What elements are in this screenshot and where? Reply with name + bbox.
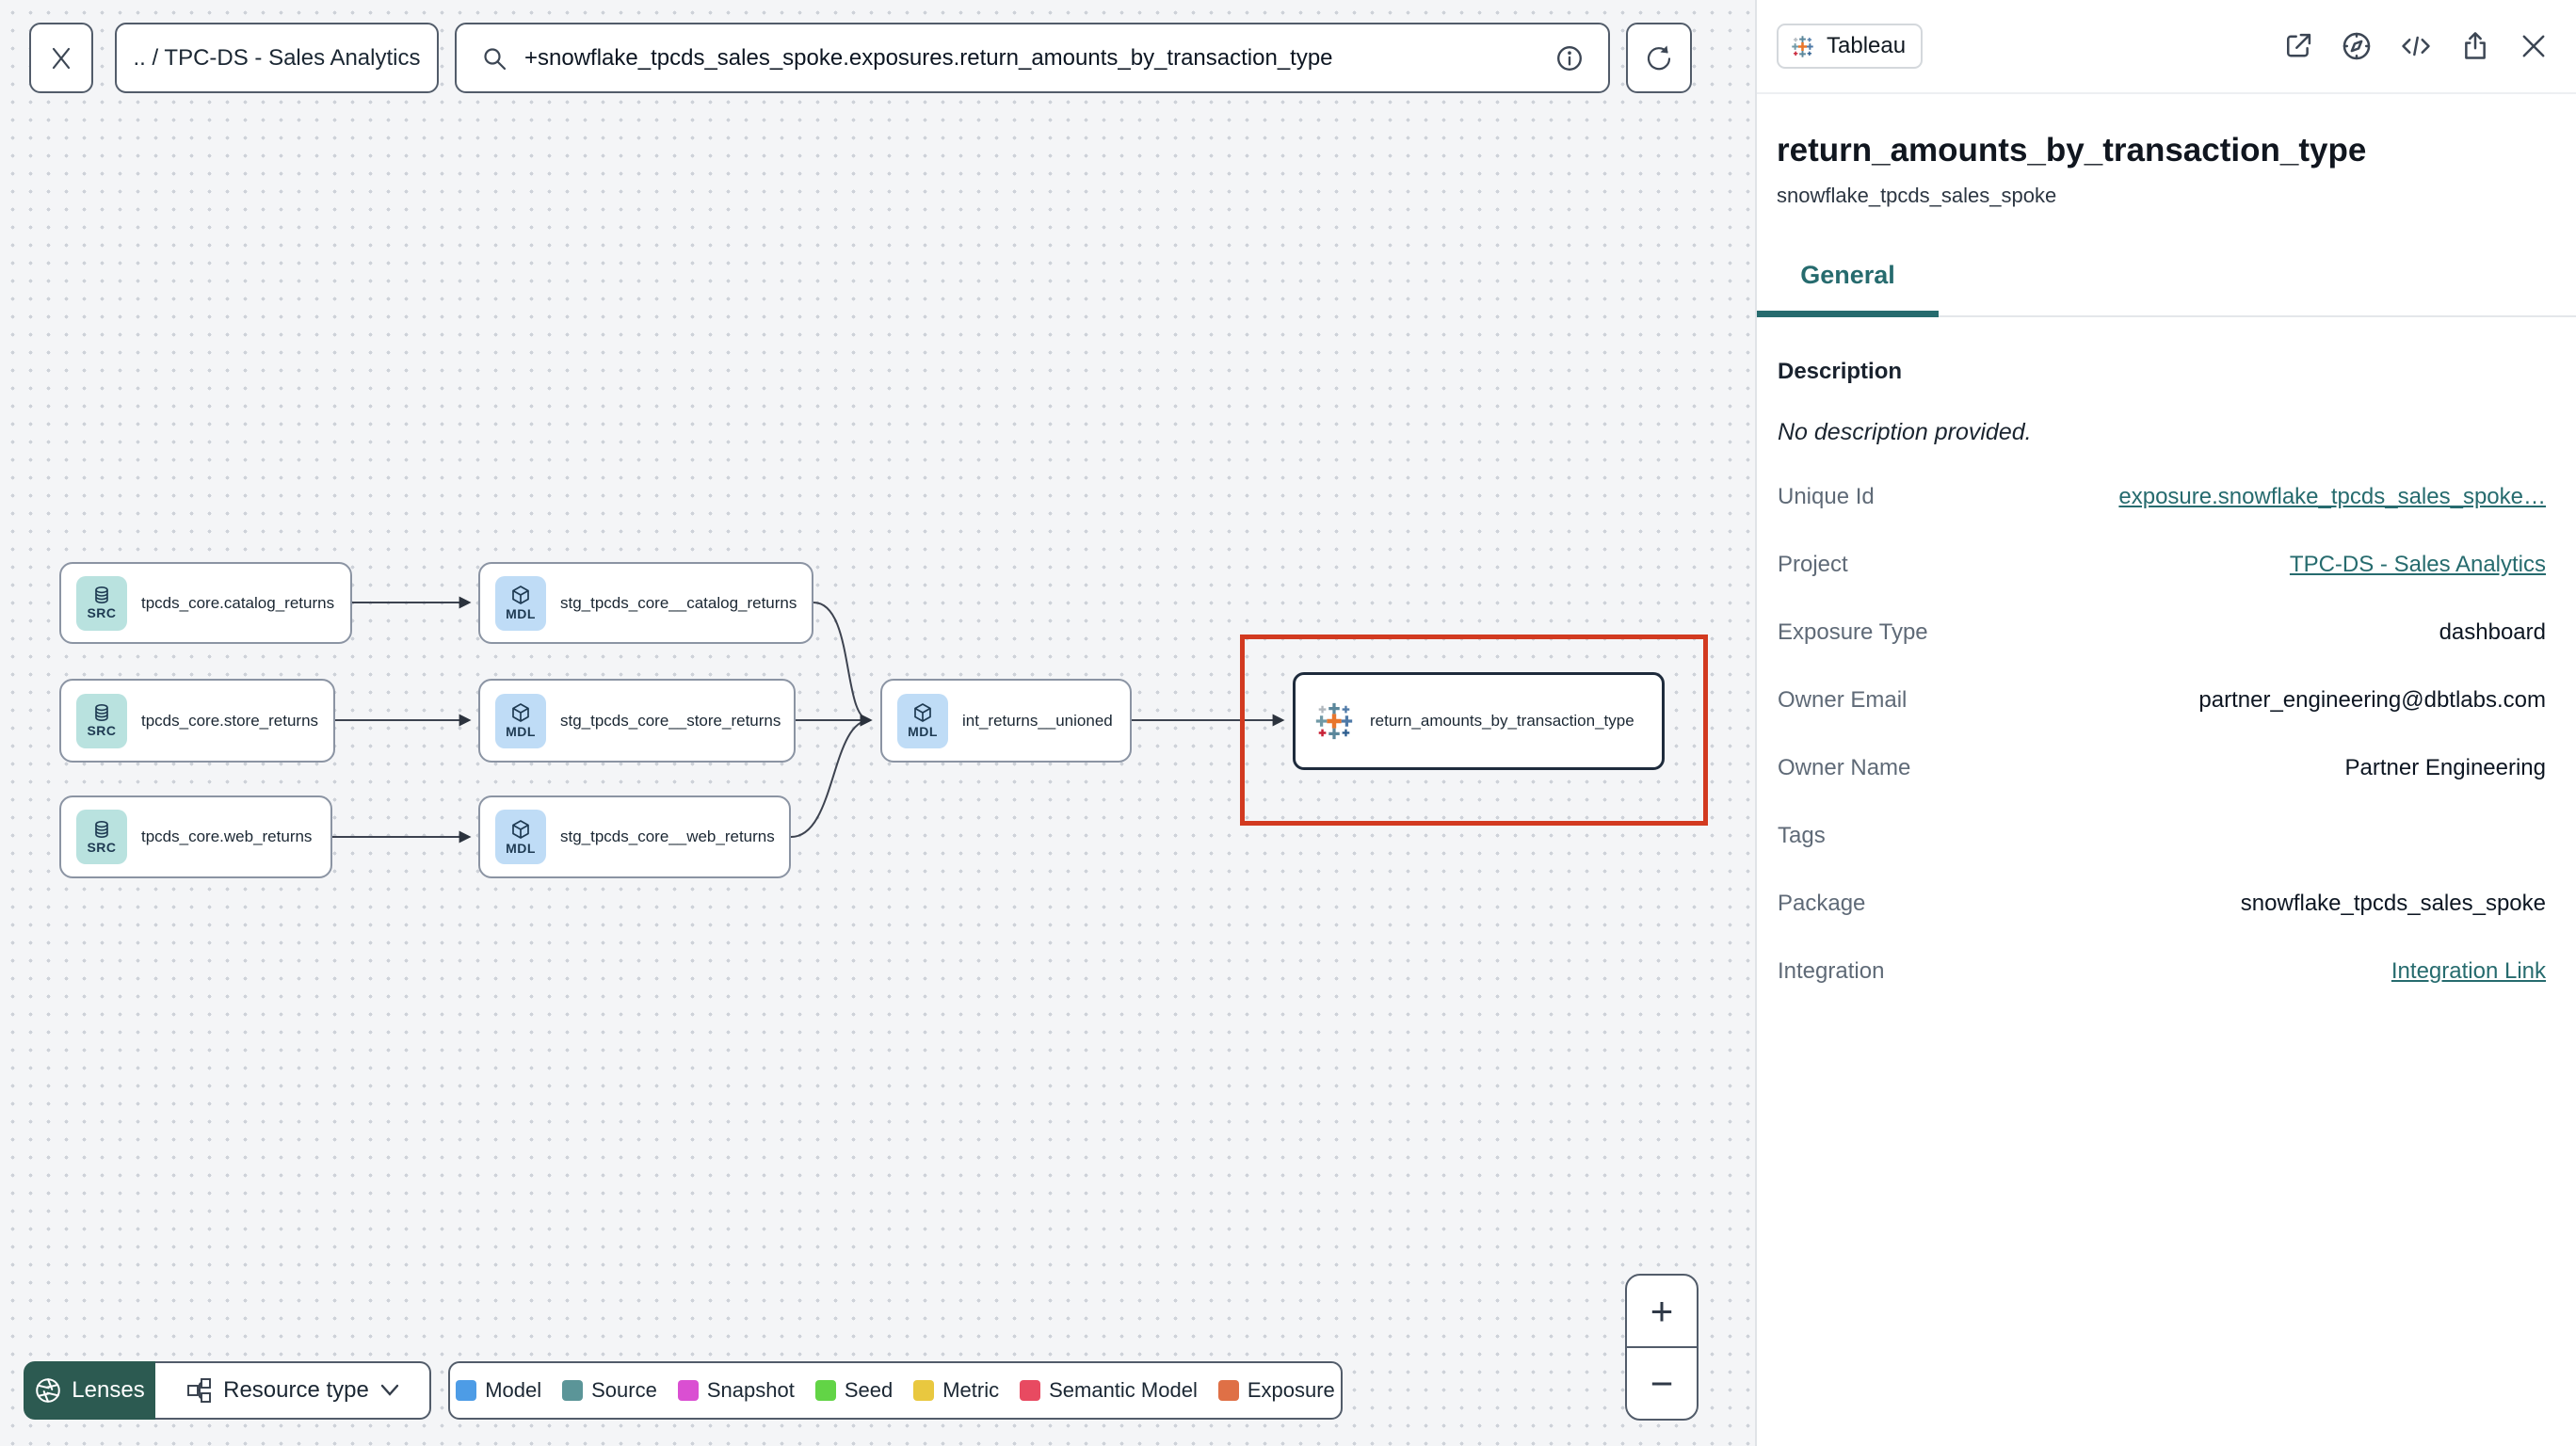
database-icon: [95, 703, 108, 722]
lenses-control: Lenses Resource type: [24, 1361, 431, 1420]
lineage-canvas[interactable]: .. / TPC-DS - Sales Analytics +snowflake…: [0, 0, 1755, 1446]
cube-icon: [512, 819, 529, 839]
node-exposure-return-amounts[interactable]: return_amounts_by_transaction_type: [1293, 672, 1665, 770]
unique-id-link[interactable]: exposure.snowflake_tpcds_sales_spoke…: [2118, 484, 2546, 510]
search-icon: [484, 47, 507, 70]
field-row-tags: Tags: [1778, 823, 1826, 848]
legend-item-model: Model: [456, 1378, 541, 1403]
source-badge: SRC: [76, 810, 127, 864]
semantic-model-swatch: [1020, 1380, 1041, 1401]
resource-type-dropdown[interactable]: Resource type: [155, 1361, 431, 1420]
model-swatch: [456, 1380, 477, 1401]
share-icon[interactable]: [2459, 30, 2491, 62]
tableau-icon: [1790, 34, 1815, 58]
source-badge: SRC: [76, 693, 127, 748]
close-panel-icon[interactable]: [2518, 30, 2550, 62]
exposure-swatch: [1217, 1380, 1239, 1401]
info-icon[interactable]: [1555, 44, 1584, 72]
node-source-web-returns[interactable]: SRC tpcds_core.web_returns: [59, 795, 332, 878]
details-panel: Tableau return_amounts_by_transaction_ty…: [1755, 0, 2576, 1446]
legend-item-metric: Metric: [913, 1378, 999, 1403]
node-model-stg-web-returns[interactable]: MDL stg_tpcds_core__web_returns: [478, 795, 791, 878]
model-badge: MDL: [897, 693, 948, 748]
field-row-integration: Integration Integration Link: [1778, 958, 2546, 985]
package-subtitle: snowflake_tpcds_sales_spoke: [1777, 184, 2057, 207]
field-row-unique-id: Unique Id exposure.snowflake_tpcds_sales…: [1778, 484, 2546, 510]
aperture-icon: [36, 1378, 61, 1403]
cube-icon: [914, 703, 931, 722]
legend-item-source: Source: [562, 1378, 657, 1403]
tab-general[interactable]: General: [1757, 261, 1939, 317]
lenses-label: Lenses: [72, 1377, 145, 1403]
cube-icon: [512, 703, 529, 722]
refresh-icon: [1647, 45, 1671, 70]
node-source-catalog-returns[interactable]: SRC tpcds_core.catalog_returns: [59, 562, 352, 644]
search-input[interactable]: [524, 44, 1538, 72]
external-link-icon[interactable]: [2282, 30, 2314, 62]
database-icon: [95, 586, 108, 604]
code-icon[interactable]: [2399, 30, 2433, 62]
dbt-explorer-lineage-view: .. / TPC-DS - Sales Analytics +snowflake…: [0, 0, 2576, 1446]
resource-legend: Model Source Snapshot Seed Metric Semant…: [448, 1361, 1343, 1420]
org-chart-icon: [187, 1378, 212, 1403]
panel-body: Description No description provided. Uni…: [1757, 359, 2576, 1005]
compass-icon[interactable]: [2341, 30, 2373, 62]
tableau-badge-label: Tableau: [1827, 33, 1907, 58]
close-icon: [52, 47, 71, 69]
tableau-icon: [1312, 699, 1356, 743]
node-model-stg-store-returns[interactable]: MDL stg_tpcds_core__store_returns: [478, 679, 796, 763]
breadcrumb[interactable]: .. / TPC-DS - Sales Analytics: [115, 23, 439, 93]
exposure-type-value: dashboard: [2439, 619, 2546, 645]
field-row-owner-name: Owner Name Partner Engineering: [1778, 755, 2546, 780]
detail-fields: Unique Id exposure.snowflake_tpcds_sales…: [1778, 463, 2546, 1005]
source-badge: SRC: [76, 575, 127, 631]
close-lineage-button[interactable]: [29, 23, 93, 93]
zoom-in-button[interactable]: +: [1627, 1276, 1697, 1348]
tableau-source-badge[interactable]: Tableau: [1777, 24, 1924, 69]
source-swatch: [562, 1380, 584, 1401]
resource-type-label: Resource type: [223, 1377, 369, 1403]
owner-name-value: Partner Engineering: [2344, 755, 2546, 780]
model-badge: MDL: [495, 575, 546, 631]
description-value: No description provided.: [1778, 419, 2032, 445]
field-row-package: Package snowflake_tpcds_sales_spoke: [1778, 891, 2546, 916]
refresh-lineage-button[interactable]: [1626, 23, 1692, 93]
chevron-down-icon: [380, 1384, 399, 1396]
zoom-controls: + −: [1625, 1274, 1699, 1421]
snapshot-swatch: [677, 1380, 699, 1401]
panel-tabs: General: [1757, 261, 2576, 317]
model-badge: MDL: [495, 810, 546, 864]
page-title: return_amounts_by_transaction_type: [1777, 132, 2367, 169]
legend-item-snapshot: Snapshot: [677, 1378, 795, 1403]
cube-icon: [512, 586, 529, 604]
panel-actions: [2282, 30, 2550, 62]
project-link[interactable]: TPC-DS - Sales Analytics: [2290, 552, 2546, 578]
node-source-store-returns[interactable]: SRC tpcds_core.store_returns: [59, 679, 335, 763]
node-model-stg-catalog-returns[interactable]: MDL stg_tpcds_core__catalog_returns: [478, 562, 813, 644]
legend-item-semantic-model: Semantic Model: [1020, 1378, 1198, 1403]
node-model-int-returns-unioned[interactable]: MDL int_returns__unioned: [880, 679, 1132, 763]
lenses-button[interactable]: Lenses: [24, 1361, 155, 1420]
legend-item-exposure: Exposure: [1217, 1378, 1335, 1403]
database-icon: [95, 820, 108, 838]
zoom-out-button[interactable]: −: [1627, 1348, 1697, 1419]
field-row-exposure-type: Exposure Type dashboard: [1778, 619, 2546, 645]
package-value: snowflake_tpcds_sales_spoke: [2240, 891, 2546, 916]
lineage-search[interactable]: [455, 23, 1610, 93]
integration-link[interactable]: Integration Link: [2391, 958, 2546, 985]
field-row-project: Project TPC-DS - Sales Analytics: [1778, 552, 2546, 578]
breadcrumb-label: .. / TPC-DS - Sales Analytics: [133, 44, 421, 71]
owner-email-value: partner_engineering@dbtlabs.com: [2198, 687, 2546, 713]
metric-swatch: [913, 1380, 935, 1401]
details-panel-header: Tableau: [1757, 0, 2576, 94]
seed-swatch: [814, 1380, 836, 1401]
description-label: Description: [1778, 359, 1903, 384]
legend-item-seed: Seed: [814, 1378, 893, 1403]
field-row-owner-email: Owner Email partner_engineering@dbtlabs.…: [1778, 687, 2546, 713]
model-badge: MDL: [495, 693, 546, 748]
